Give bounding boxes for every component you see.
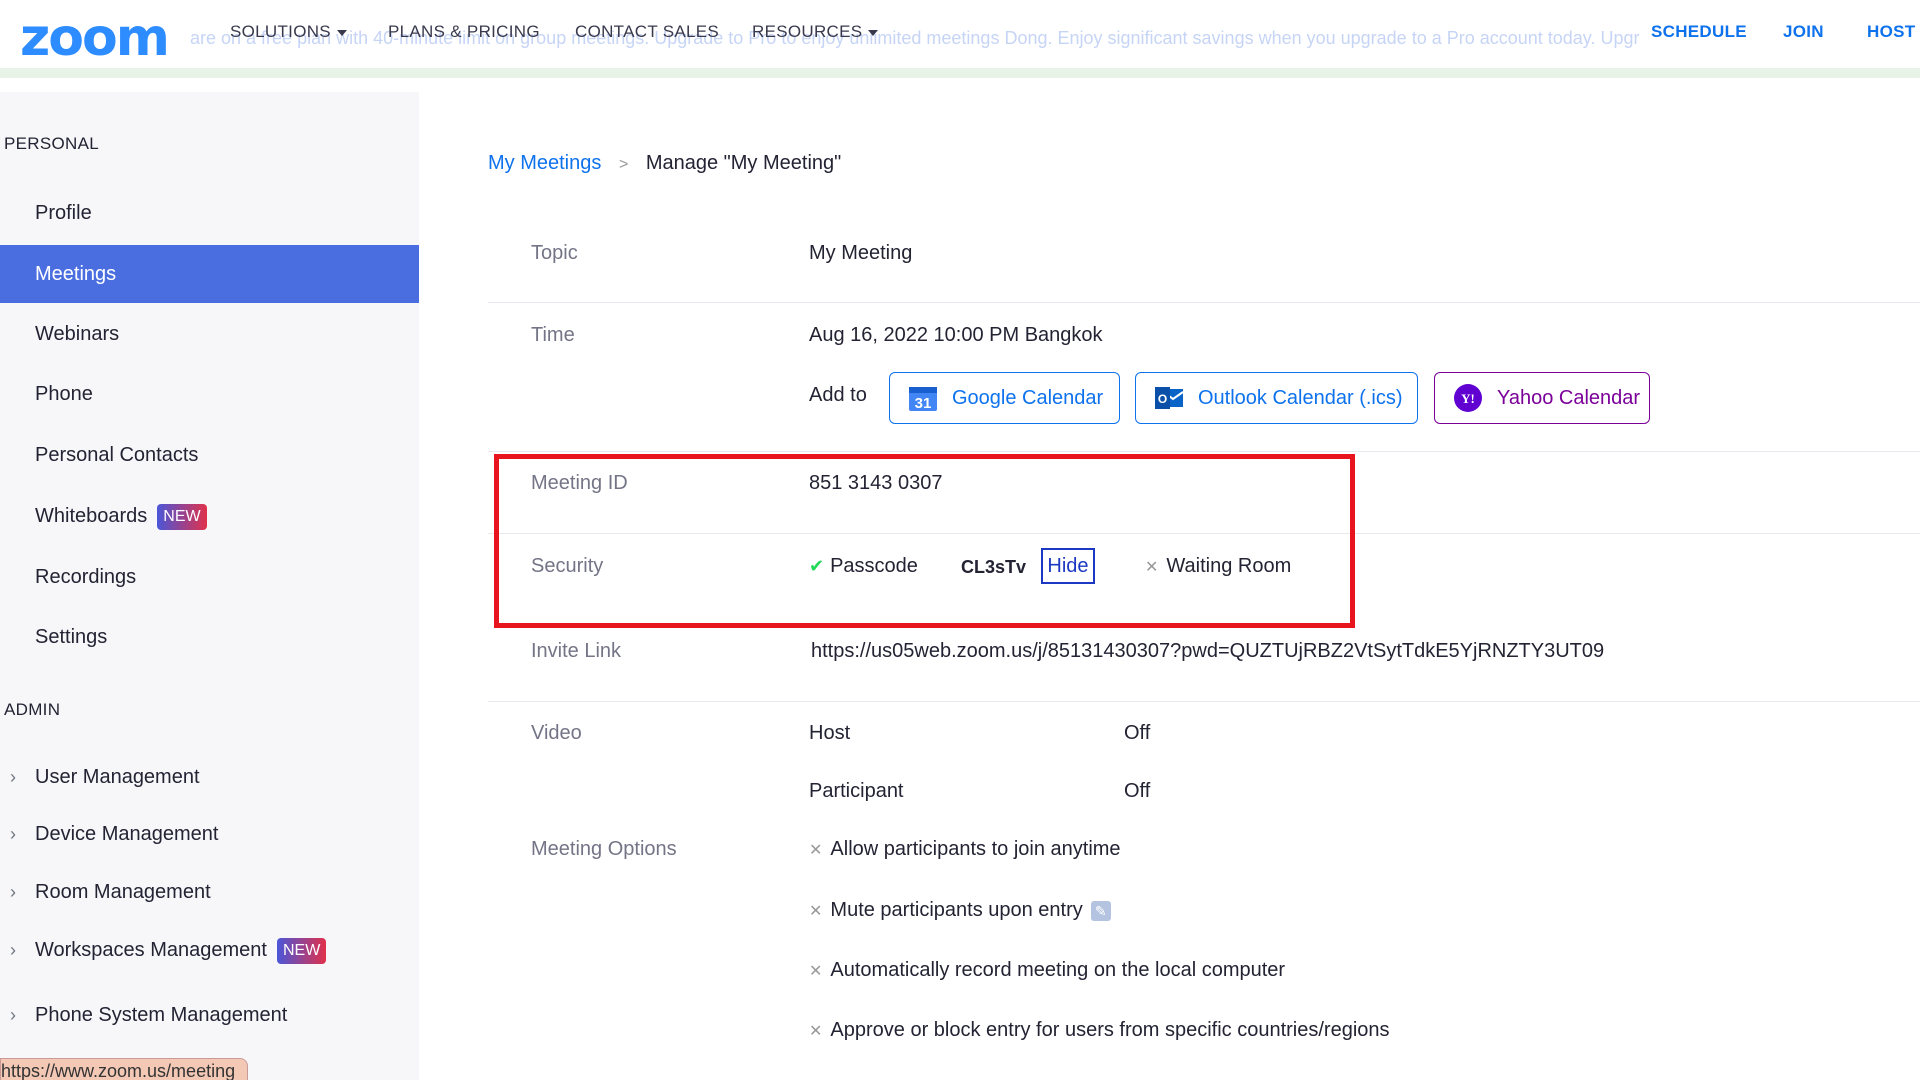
sidebar-item-webinars[interactable]: Webinars bbox=[0, 305, 419, 363]
divider bbox=[488, 302, 1920, 303]
google-calendar-icon: 31 bbox=[909, 387, 937, 412]
nav-solutions[interactable]: SOLUTIONS bbox=[230, 22, 347, 42]
option-mute-on-entry: ✕ Mute participants upon entry ✎ bbox=[809, 899, 1111, 922]
sidebar-item-room-management[interactable]: › Room Management bbox=[0, 863, 419, 921]
outlook-icon: O bbox=[1155, 387, 1184, 409]
chevron-down-icon bbox=[868, 29, 879, 36]
edit-icon[interactable]: ✎ bbox=[1090, 900, 1111, 921]
new-badge: NEW bbox=[276, 937, 327, 964]
close-icon: ✕ bbox=[809, 903, 823, 920]
breadcrumb-my-meetings[interactable]: My Meetings bbox=[488, 152, 601, 174]
video-participant-value: Off bbox=[1124, 780, 1151, 802]
google-calendar-button[interactable]: 31 Google Calendar bbox=[889, 372, 1120, 424]
nav-plans-pricing[interactable]: PLANS & PRICING bbox=[388, 22, 540, 42]
sidebar-item-user-management[interactable]: › User Management bbox=[0, 748, 419, 806]
option-join-anytime: ✕ Allow participants to join anytime bbox=[809, 838, 1121, 860]
chevron-right-icon: › bbox=[10, 767, 16, 787]
time-value: Aug 16, 2022 10:00 PM Bangkok bbox=[809, 324, 1103, 346]
close-icon: ✕ bbox=[809, 1023, 823, 1040]
video-participant-label: Participant bbox=[809, 780, 904, 802]
svg-text:Y!: Y! bbox=[1461, 391, 1475, 406]
meeting-options-label: Meeting Options bbox=[531, 838, 677, 860]
nav-contact-sales[interactable]: CONTACT SALES bbox=[575, 22, 719, 42]
close-icon: ✕ bbox=[809, 963, 823, 980]
breadcrumb-separator: > bbox=[618, 156, 629, 173]
highlight-annotation-box bbox=[494, 454, 1355, 628]
topic-value: My Meeting bbox=[809, 242, 913, 264]
invite-link-label: Invite Link bbox=[531, 640, 622, 662]
chevron-right-icon: › bbox=[10, 824, 16, 844]
zoom-logo[interactable]: zoom bbox=[20, 8, 170, 68]
new-badge: NEW bbox=[157, 503, 207, 530]
sidebar-item-phone[interactable]: Phone bbox=[0, 365, 419, 423]
sidebar-item-device-management[interactable]: › Device Management bbox=[0, 805, 419, 863]
chevron-down-icon bbox=[336, 29, 347, 36]
sidebar-item-recordings[interactable]: Recordings bbox=[0, 548, 419, 606]
close-icon: ✕ bbox=[809, 842, 823, 859]
sidebar-item-whiteboards[interactable]: Whiteboards NEW bbox=[0, 487, 419, 545]
sidebar-heading-personal: PERSONAL bbox=[4, 134, 99, 153]
top-navbar: are on a free plan with 40-minute limit … bbox=[0, 0, 1920, 78]
chevron-right-icon: › bbox=[10, 940, 16, 960]
sidebar: PERSONAL Profile Meetings Webinars Phone… bbox=[0, 92, 419, 1080]
nav-resources[interactable]: RESOURCES bbox=[752, 22, 879, 42]
chevron-right-icon: › bbox=[10, 1005, 16, 1025]
svg-text:O: O bbox=[1158, 392, 1167, 406]
sidebar-item-meetings[interactable]: Meetings bbox=[0, 245, 419, 303]
divider bbox=[488, 451, 1920, 452]
option-approve-block-entry: ✕ Approve or block entry for users from s… bbox=[809, 1019, 1390, 1041]
video-host-value: Off bbox=[1124, 722, 1151, 744]
option-auto-record: ✕ Automatically record meeting on the loc… bbox=[809, 959, 1286, 981]
nav-host[interactable]: HOST bbox=[1867, 22, 1915, 42]
svg-text:31: 31 bbox=[915, 395, 932, 412]
nav-join[interactable]: JOIN bbox=[1783, 22, 1824, 42]
add-to-label: Add to bbox=[809, 384, 867, 406]
sidebar-item-personal-contacts[interactable]: Personal Contacts bbox=[0, 426, 419, 484]
breadcrumb: My Meetings > Manage "My Meeting" bbox=[488, 152, 841, 175]
video-host-label: Host bbox=[809, 722, 851, 744]
sidebar-item-settings[interactable]: Settings bbox=[0, 608, 419, 666]
breadcrumb-current: Manage "My Meeting" bbox=[645, 152, 842, 174]
topic-label: Topic bbox=[531, 242, 578, 264]
sidebar-heading-admin: ADMIN bbox=[4, 700, 61, 719]
yahoo-icon: Y! bbox=[1454, 384, 1482, 412]
sidebar-item-workspaces-management[interactable]: › Workspaces Management NEW bbox=[0, 921, 419, 979]
sidebar-item-phone-system-management[interactable]: › Phone System Management bbox=[0, 986, 419, 1044]
divider bbox=[488, 701, 1920, 702]
time-label: Time bbox=[531, 324, 575, 346]
status-bar-url: https://www.zoom.us/meeting bbox=[0, 1058, 249, 1080]
nav-schedule[interactable]: SCHEDULE bbox=[1651, 22, 1747, 42]
invite-link-value[interactable]: https://us05web.zoom.us/j/85131430307?pw… bbox=[811, 640, 1604, 663]
outlook-calendar-button[interactable]: O Outlook Calendar (.ics) bbox=[1135, 372, 1418, 424]
video-label: Video bbox=[531, 722, 582, 744]
sidebar-item-profile[interactable]: Profile bbox=[0, 184, 419, 242]
chevron-right-icon: › bbox=[10, 882, 16, 902]
yahoo-calendar-button[interactable]: Y! Yahoo Calendar bbox=[1434, 372, 1650, 424]
